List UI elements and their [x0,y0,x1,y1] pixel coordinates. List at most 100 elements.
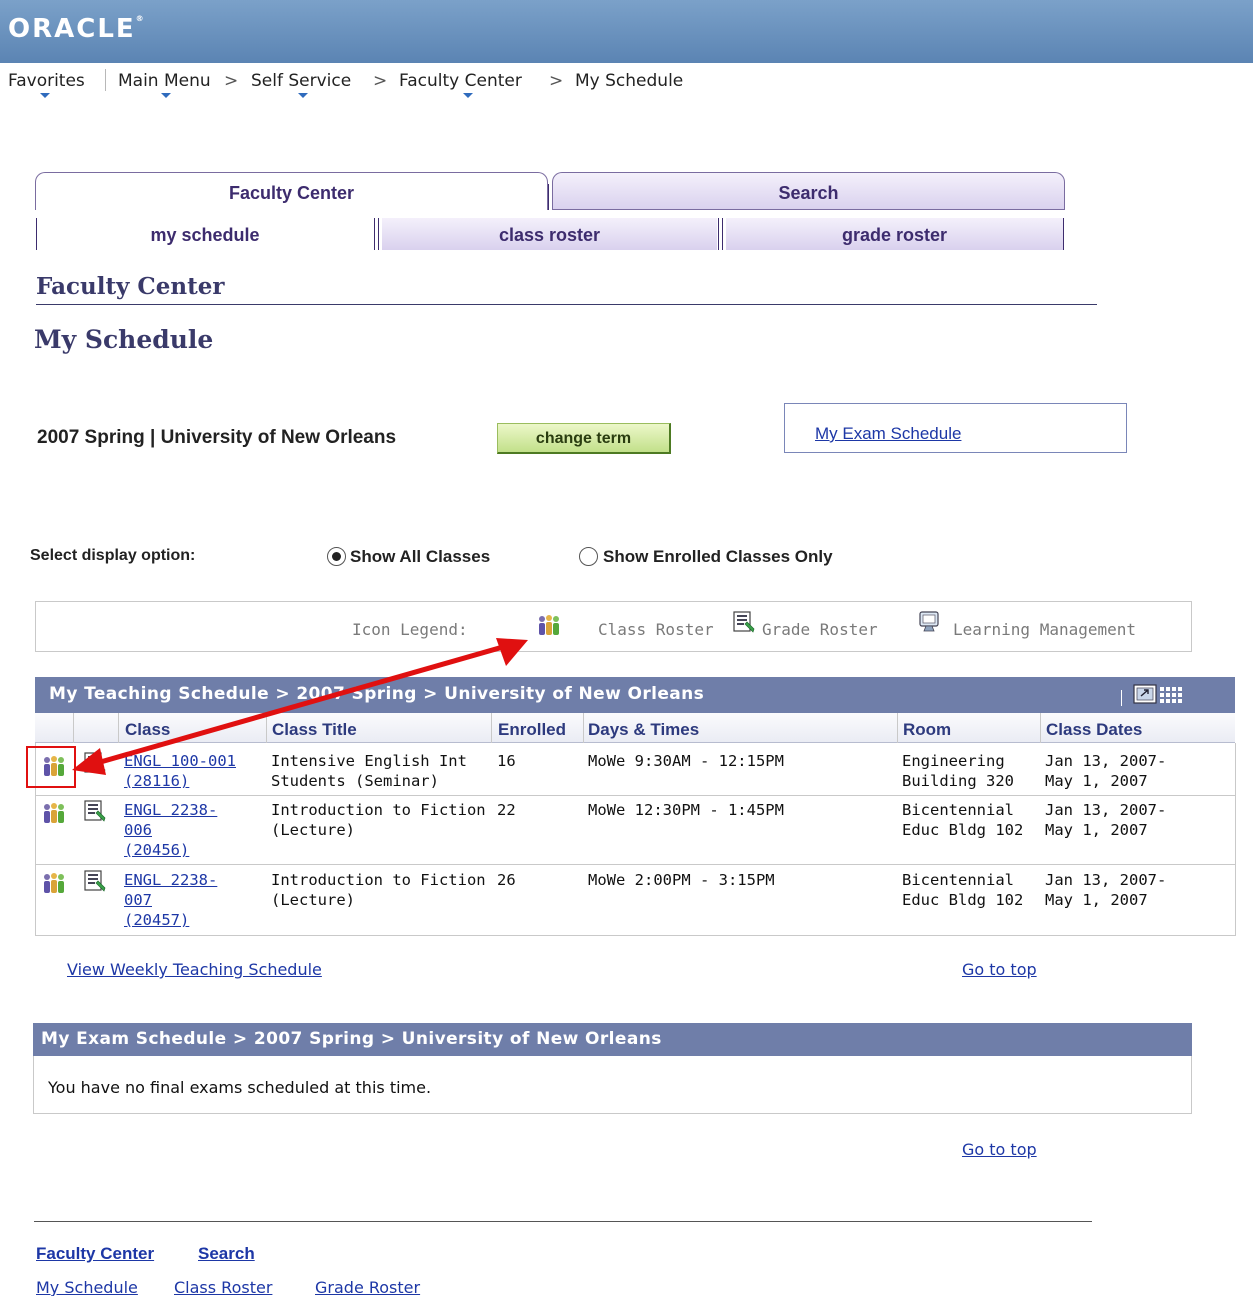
chevron-down-icon[interactable] [463,93,473,98]
class-link-line[interactable]: 007 [124,890,152,910]
class-link-line[interactable]: 006 [124,820,152,840]
nav-favorites[interactable]: Favorites [8,71,85,91]
subtab-label: my schedule [150,225,260,245]
breadcrumb-separator: > [549,71,564,91]
tab-search[interactable]: Search [552,172,1065,210]
footer-grade-roster-link[interactable]: Grade Roster [315,1278,420,1296]
nav-divider [105,69,106,91]
class-dates-line: May 1, 2007 [1045,821,1148,839]
page-subtitle: My Schedule [34,325,214,354]
subtab-label: grade roster [841,225,948,245]
title-divider [36,304,1097,305]
go-to-top-link[interactable]: Go to top [962,1140,1037,1159]
learning-management-icon [919,611,939,632]
display-option-label: Select display option: [30,547,196,564]
radio-show-enrolled[interactable] [579,547,598,566]
col-divider [897,713,898,743]
exam-schedule-header: My Exam Schedule > 2007 Spring > Univers… [33,1023,1192,1056]
tab-label: Faculty Center [228,183,355,203]
subtab-divider [378,218,379,250]
change-term-button[interactable]: change term [497,423,671,454]
class-dates-line: Jan 13, 2007- [1045,871,1167,889]
legend-class-roster-label: Class Roster [598,620,714,639]
grade-roster-icon [733,611,755,633]
room-line: Bicentennial [902,801,1014,819]
subtab-label: class roster [498,225,601,245]
class-title-line: (Lecture) [271,891,355,909]
class-link-line[interactable]: ENGL 2238- [124,870,217,890]
class-dates-line: May 1, 2007 [1045,891,1148,909]
class-dates-line: Jan 13, 2007- [1045,801,1167,819]
people-icon[interactable] [41,802,67,824]
footer-my-schedule-link[interactable]: My Schedule [36,1278,138,1296]
chevron-down-icon[interactable] [40,93,50,98]
subtab-divider [722,218,723,250]
class-title-line: Introduction to Fiction [271,801,486,819]
subtab-divider [718,218,719,250]
footer-search-link[interactable]: Search [198,1244,255,1264]
class-link-line[interactable]: (20456) [124,840,189,860]
class-title-line: (Lecture) [271,821,355,839]
grid-toolbar-divider [1121,690,1122,706]
tab-divider [548,184,549,210]
radio-show-all[interactable] [327,547,346,566]
col-header-class-dates[interactable]: Class Dates [1046,716,1142,744]
col-header-days-times[interactable]: Days & Times [588,716,699,744]
room-line: Bicentennial [902,871,1014,889]
subtab-class-roster[interactable]: class roster [382,218,717,250]
subtab-my-schedule[interactable]: my schedule [37,218,373,250]
class-title-line: Introduction to Fiction [271,871,486,889]
room-line: Educ Bldg 102 [902,891,1024,909]
people-icon[interactable] [41,872,67,894]
exam-schedule-title: My Exam Schedule > 2007 Spring > Univers… [41,1029,662,1049]
class-link-line[interactable]: ENGL 2238- [124,800,217,820]
grade-roster-icon[interactable] [84,870,106,892]
room-line: Educ Bldg 102 [902,821,1024,839]
footer-class-roster-link[interactable]: Class Roster [174,1278,272,1296]
chevron-down-icon[interactable] [161,93,171,98]
row-divider [35,935,1235,936]
room-line: Engineering [902,752,1005,770]
radio-show-enrolled-label[interactable]: Show Enrolled Classes Only [603,547,833,567]
row-divider [35,795,1235,796]
view-weekly-schedule-link[interactable]: View Weekly Teaching Schedule [67,960,322,979]
col-header-room[interactable]: Room [903,716,951,744]
tab-faculty-center[interactable]: Faculty Center [35,172,548,210]
nav-main-menu[interactable]: Main Menu [118,71,211,91]
breadcrumb-separator: > [373,71,388,91]
customize-grid-icon[interactable] [1133,684,1185,706]
grid-border-right [1235,743,1236,936]
branding-header [0,0,1253,63]
tab-baseline [552,209,1065,210]
footer-divider [34,1221,1092,1222]
nav-my-schedule[interactable]: My Schedule [575,71,683,91]
subtab-grade-roster[interactable]: grade roster [726,218,1063,250]
radio-show-all-label[interactable]: Show All Classes [350,547,490,567]
go-to-top-link[interactable]: Go to top [962,960,1037,979]
nav-faculty-center[interactable]: Faculty Center [399,71,522,91]
days-times: MoWe 12:30PM - 1:45PM [588,801,784,819]
term-label: 2007 Spring | University of New Orleans [37,427,397,448]
footer-faculty-center-link[interactable]: Faculty Center [36,1244,154,1264]
col-divider [583,713,584,743]
tab-label: Search [778,183,839,203]
nav-self-service[interactable]: Self Service [251,71,351,91]
room-line: Building 320 [902,772,1014,790]
days-times: MoWe 2:00PM - 3:15PM [588,871,775,889]
class-dates-line: May 1, 2007 [1045,772,1148,790]
col-divider [1040,713,1041,743]
page-title: Faculty Center [36,273,225,300]
class-link-line[interactable]: (20457) [124,910,189,930]
subtab-divider [374,218,375,250]
enrolled-count: 26 [497,871,516,889]
breadcrumb-separator: > [224,71,239,91]
grade-roster-icon[interactable] [84,800,106,822]
chevron-down-icon[interactable] [298,93,308,98]
my-exam-schedule-link[interactable]: My Exam Schedule [815,424,961,444]
class-dates-line: Jan 13, 2007- [1045,752,1167,770]
row-divider [35,864,1235,865]
brand-text: ORACLE [8,14,136,44]
navigation-bar: Favorites Main Menu > Self Service > Fac… [0,63,1253,99]
legend-learning-management-label: Learning Management [953,620,1137,639]
annotation-arrow-icon [72,638,528,775]
